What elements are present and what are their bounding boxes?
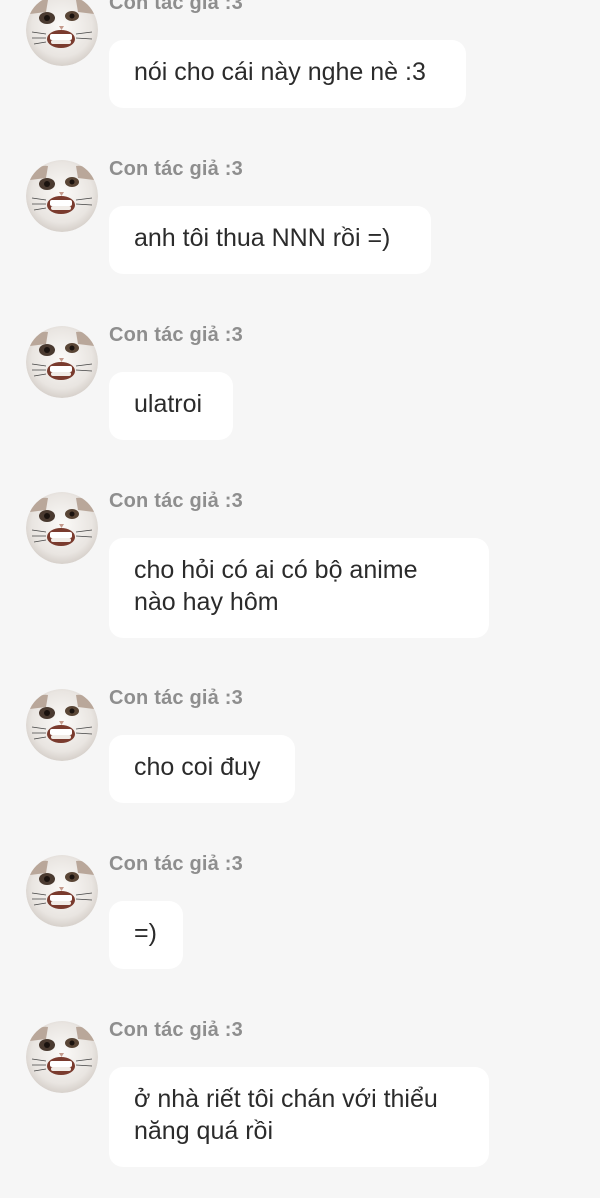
cat-avatar-icon: [26, 1021, 98, 1093]
message-bubble: anh tôi thua NNN rồi =): [109, 206, 431, 274]
message-author: Con tác giả :3: [109, 324, 243, 346]
avatar[interactable]: [26, 855, 98, 927]
avatar[interactable]: [26, 160, 98, 232]
cat-avatar-icon: [26, 492, 98, 564]
cat-avatar-icon: [26, 326, 98, 398]
avatar[interactable]: [26, 689, 98, 761]
cat-avatar-icon: [26, 855, 98, 927]
message-bubble: ở nhà riết tôi chán với thiểu năng quá r…: [109, 1067, 489, 1167]
message-author: Con tác giả :3: [109, 158, 243, 180]
message-bubble: ulatroi: [109, 372, 233, 440]
cat-avatar-icon: [26, 689, 98, 761]
avatar[interactable]: [26, 326, 98, 398]
message-bubble: cho hỏi có ai có bộ anime nào hay hôm: [109, 538, 489, 638]
cat-avatar-icon: [26, 0, 98, 66]
chat-message-list: Con tác giả :3 nói cho cái này nghe nè :…: [0, 0, 600, 1198]
message-bubble: =): [109, 901, 183, 969]
message-bubble: nói cho cái này nghe nè :3: [109, 40, 466, 108]
message-author: Con tác giả :3: [109, 853, 243, 875]
message-author: Con tác giả :3: [109, 0, 243, 14]
avatar[interactable]: [26, 0, 98, 66]
message-bubble: cho coi đuy: [109, 735, 295, 803]
avatar[interactable]: [26, 1021, 98, 1093]
message-author: Con tác giả :3: [109, 490, 243, 512]
message-author: Con tác giả :3: [109, 687, 243, 709]
cat-avatar-icon: [26, 160, 98, 232]
message-author: Con tác giả :3: [109, 1019, 243, 1041]
avatar[interactable]: [26, 492, 98, 564]
